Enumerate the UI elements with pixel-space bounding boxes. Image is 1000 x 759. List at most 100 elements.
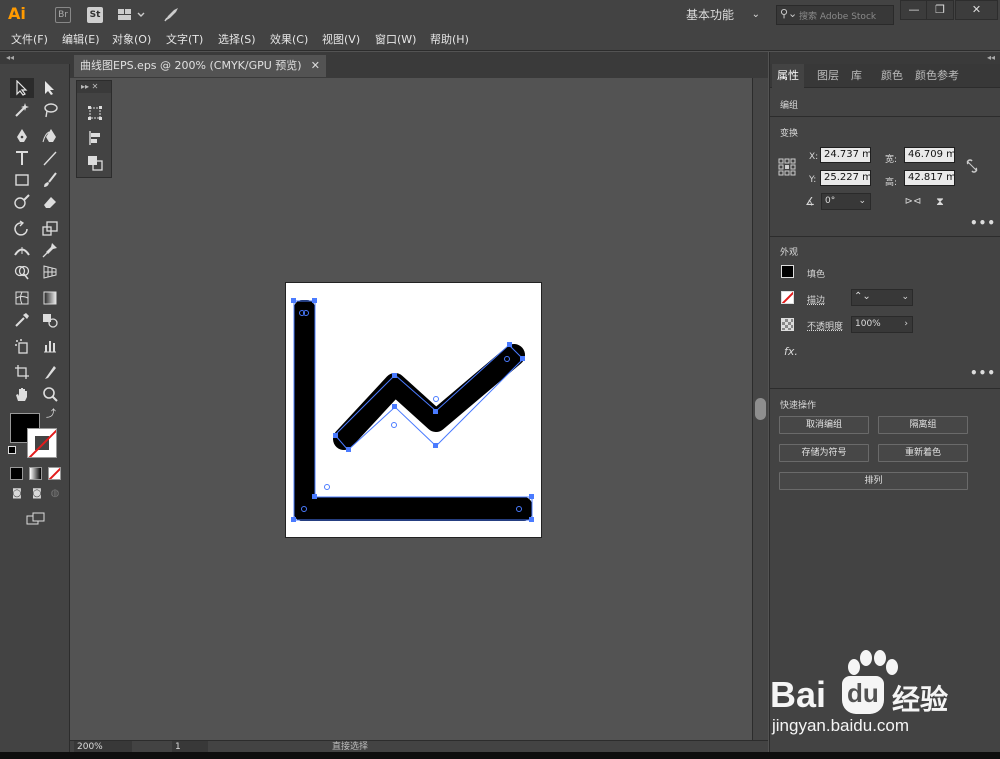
transform-icon[interactable] xyxy=(83,103,107,123)
stroke-label[interactable]: 描边 xyxy=(807,293,825,306)
default-colors-icon[interactable] xyxy=(8,446,16,454)
eyedropper-tool[interactable] xyxy=(10,310,34,330)
workspace-switcher[interactable]: 基本功能 ⌄ xyxy=(686,5,766,25)
close-window-button[interactable]: ✕ xyxy=(955,0,998,20)
stock-icon[interactable]: St xyxy=(87,7,103,23)
recolor-button[interactable]: 重新着色 xyxy=(878,444,968,462)
menu-select[interactable]: 选择(S) xyxy=(218,32,256,48)
magic-wand-tool[interactable] xyxy=(10,100,34,120)
gradient-mode-button[interactable] xyxy=(29,467,42,480)
pen-tool[interactable] xyxy=(10,126,34,146)
more-appearance-options-icon[interactable]: ••• xyxy=(970,366,996,380)
scrollbar-thumb[interactable] xyxy=(755,398,766,420)
curvature-tool[interactable] xyxy=(38,126,62,146)
height-field[interactable]: 42.817 m xyxy=(904,170,955,186)
opacity-field[interactable]: 100% › xyxy=(851,316,913,333)
menu-edit[interactable]: 编辑(E) xyxy=(62,32,100,48)
ungroup-button[interactable]: 取消编组 xyxy=(779,416,869,434)
tab-libraries[interactable]: 库 xyxy=(846,64,867,88)
menu-effect[interactable]: 效果(C) xyxy=(270,32,308,48)
width-tool[interactable] xyxy=(10,240,34,260)
hand-tool[interactable] xyxy=(10,384,34,404)
stroke-weight-field[interactable]: ⌃⌄ ⌄ xyxy=(851,289,913,306)
slice-tool[interactable] xyxy=(38,362,62,382)
minimize-button[interactable]: — xyxy=(900,0,928,20)
direct-selection-tool[interactable] xyxy=(38,78,62,98)
divider xyxy=(770,236,1000,237)
panel-collapse-button[interactable]: ◂◂ xyxy=(770,52,1000,64)
draw-behind-icon[interactable]: ◙ xyxy=(28,486,46,502)
x-position-field[interactable]: 24.737 m xyxy=(820,147,871,163)
shape-builder-tool[interactable] xyxy=(10,262,34,282)
width-field[interactable]: 46.709 m xyxy=(904,147,955,163)
menu-type[interactable]: 文字(T) xyxy=(166,32,203,48)
document-title: 曲线图EPS.eps @ 200% (CMYK/GPU 预览) xyxy=(80,59,302,72)
none-mode-button[interactable] xyxy=(48,467,61,480)
selection-tool[interactable] xyxy=(10,78,34,98)
perspective-grid-tool[interactable] xyxy=(38,262,62,282)
column-graph-tool[interactable] xyxy=(38,336,62,356)
artboard-tool[interactable] xyxy=(10,362,34,382)
lasso-tool[interactable] xyxy=(38,100,62,120)
more-transform-options-icon[interactable]: ••• xyxy=(970,216,996,230)
gradient-tool[interactable] xyxy=(38,288,62,308)
symbol-sprayer-tool[interactable] xyxy=(10,336,34,356)
stock-search-input[interactable]: ⚲⌄ 搜索 Adobe Stock xyxy=(776,5,894,25)
stroke-color-swatch[interactable] xyxy=(27,428,57,458)
toolbar-collapse-button[interactable]: ◂◂ xyxy=(0,52,70,64)
draw-normal-icon[interactable]: ◙ xyxy=(8,486,26,502)
arrange-button[interactable]: 排列 xyxy=(779,472,968,490)
menu-view[interactable]: 视图(V) xyxy=(322,32,360,48)
vertical-scrollbar[interactable] xyxy=(752,78,768,740)
rotation-angle-field[interactable]: 0° ⌄ xyxy=(821,193,871,210)
tab-color[interactable]: 颜色 xyxy=(876,64,908,88)
line-segment-tool[interactable] xyxy=(38,148,62,168)
maximize-button[interactable]: ❐ xyxy=(926,0,954,20)
y-position-field[interactable]: 25.227 m xyxy=(820,170,871,186)
document-tab[interactable]: 曲线图EPS.eps @ 200% (CMYK/GPU 预览) ✕ xyxy=(74,55,326,77)
rectangle-tool[interactable] xyxy=(10,170,34,190)
reference-point-icon[interactable] xyxy=(776,156,798,178)
color-mode-button[interactable] xyxy=(10,467,23,480)
opacity-label[interactable]: 不透明度 xyxy=(807,319,843,332)
artboard[interactable] xyxy=(285,282,542,538)
menu-object[interactable]: 对象(O) xyxy=(112,32,151,48)
tab-layers[interactable]: 图层 xyxy=(812,64,844,88)
tab-properties[interactable]: 属性 xyxy=(772,64,804,88)
zoom-tool[interactable] xyxy=(38,384,62,404)
save-as-symbol-button[interactable]: 存储为符号 xyxy=(779,444,869,462)
tab-color-guide[interactable]: 颜色参考 xyxy=(910,64,964,88)
bridge-icon[interactable]: Br xyxy=(55,7,71,23)
chart-icon-artwork[interactable] xyxy=(286,283,543,539)
width-label: 宽: xyxy=(885,155,898,165)
menu-help[interactable]: 帮助(H) xyxy=(430,32,469,48)
scale-tool[interactable] xyxy=(38,218,62,238)
eraser-tool[interactable] xyxy=(38,192,62,212)
isolate-group-button[interactable]: 隔离组 xyxy=(878,416,968,434)
stroke-swatch[interactable] xyxy=(781,291,794,304)
constrain-proportions-icon[interactable] xyxy=(960,156,982,178)
draw-inside-icon[interactable]: ◍ xyxy=(46,486,64,502)
rocket-icon[interactable] xyxy=(162,6,180,24)
menu-window[interactable]: 窗口(W) xyxy=(375,32,416,48)
paintbrush-tool[interactable] xyxy=(38,170,62,190)
swap-colors-icon[interactable]: ⤴ xyxy=(44,408,58,422)
align-icon[interactable] xyxy=(83,128,107,148)
flip-horizontal-icon[interactable]: ⊳⊲ xyxy=(903,192,923,210)
puppet-warp-tool[interactable] xyxy=(38,240,62,260)
rotate-tool[interactable] xyxy=(10,218,34,238)
screen-mode-icon[interactable] xyxy=(24,510,48,528)
shaper-tool[interactable] xyxy=(10,192,34,212)
menu-file[interactable]: 文件(F) xyxy=(11,32,48,48)
stepper-arrows-icon[interactable]: ⌃⌄ xyxy=(854,289,871,304)
fill-swatch[interactable] xyxy=(781,265,794,278)
blend-tool[interactable] xyxy=(38,310,62,330)
pathfinder-icon[interactable] xyxy=(83,153,107,173)
align-panel-header[interactable]: ▸▸ ✕ xyxy=(77,81,111,93)
effects-button[interactable]: fx. xyxy=(784,345,798,358)
mesh-tool[interactable] xyxy=(10,288,34,308)
close-tab-icon[interactable]: ✕ xyxy=(311,55,320,77)
type-tool[interactable] xyxy=(10,148,34,168)
flip-vertical-icon[interactable]: ⧗ xyxy=(930,192,950,210)
arrange-documents-icon[interactable] xyxy=(118,8,148,22)
